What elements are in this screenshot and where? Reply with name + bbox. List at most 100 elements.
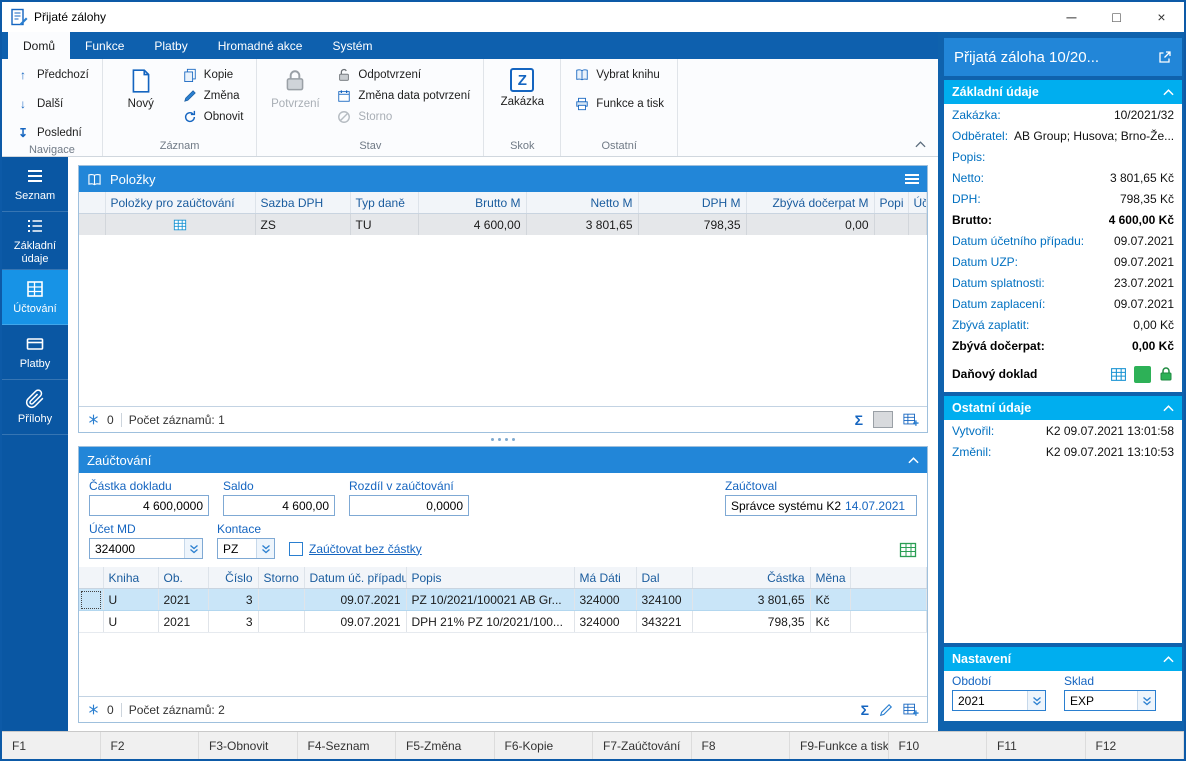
col-header-storno[interactable]: Storno [258,567,304,589]
fkey-f4-seznam[interactable]: F4-Seznam [298,732,397,759]
select-book-button[interactable]: Vybrat knihu [570,64,668,85]
grid-settings-button[interactable] [873,411,893,428]
col-header-ob[interactable]: Ob. [158,567,208,589]
sidebar-item-seznam[interactable]: Seznam [2,157,68,212]
col-header-empty[interactable] [79,192,105,214]
fkey-f3-obnovit[interactable]: F3-Obnovit [199,732,298,759]
grid-add-icon[interactable] [903,702,919,717]
sidebar-item-zakladni-udaje[interactable]: Základní údaje [2,212,68,270]
selection-star-icon[interactable] [87,413,100,426]
fkey-f2[interactable]: F2 [101,732,200,759]
calendar-icon [336,89,352,103]
col-header-typ-dane[interactable]: Typ daně [350,192,418,214]
col-header-zbyva-docerpat[interactable]: Zbývá dočerpat M [746,192,874,214]
sidebar-item-prilohy[interactable]: Přílohy [2,380,68,435]
selection-star-icon[interactable] [87,703,100,716]
col-header-dph[interactable]: DPH M [638,192,746,214]
zauctovani-header-row: Kniha Ob. Číslo Storno Datum úč. případu… [79,567,927,589]
ucet-md-combo[interactable]: 324000 [89,538,203,559]
dropdown-icon[interactable] [256,539,274,558]
copy-button[interactable]: Kopie [178,64,248,85]
minimize-button[interactable]: ─ [1049,2,1094,32]
edit-pencil-icon[interactable] [879,703,893,717]
col-header-cislo[interactable]: Číslo [208,567,258,589]
change-confirm-date-button[interactable]: Změna data potvrzení [332,85,474,106]
fkey-f11[interactable]: F11 [987,732,1086,759]
col-header-popis[interactable]: Popi [874,192,908,214]
fkey-f12[interactable]: F12 [1086,732,1185,759]
obdobi-combo[interactable]: 2021 [952,690,1046,711]
sklad-combo[interactable]: EXP [1064,690,1156,711]
fkey-f5-zmena[interactable]: F5-Změna [396,732,495,759]
cell-kniha: U [103,589,158,611]
grid-add-icon[interactable] [903,412,919,427]
fkey-f8[interactable]: F8 [692,732,791,759]
unconfirm-button[interactable]: Odpotvrzení [332,64,474,85]
tab-platby[interactable]: Platby [139,32,202,59]
kontace-combo[interactable]: PZ [217,538,275,559]
ribbon-collapse-icon[interactable] [915,141,926,148]
dropdown-icon[interactable] [1137,691,1155,710]
sidebar-item-uctovani[interactable]: Účtování [2,270,68,325]
col-header-popis[interactable]: Popis [406,567,574,589]
col-header-ma-dati[interactable]: Má Dáti [574,567,636,589]
tab-domu[interactable]: Domů [8,32,70,59]
col-header-datum[interactable]: Datum úč. případu [304,567,406,589]
col-header-polozky-pro-zauctovani[interactable]: Položky pro zaúčtování [105,192,255,214]
saldo-field[interactable]: 4 600,00 [223,495,335,516]
collapse-chevron-icon[interactable] [1163,405,1174,412]
accounting-grid-icon[interactable] [899,541,917,559]
castka-dokladu-field[interactable]: 4 600,0000 [89,495,209,516]
next-button[interactable]: ↓ Další [11,93,93,114]
col-header-kniha[interactable]: Kniha [103,567,158,589]
col-header-sazba-dph[interactable]: Sazba DPH [255,192,350,214]
zauctoval-label: Zaúčtoval [725,479,917,493]
collapse-chevron-icon[interactable] [908,457,919,464]
refresh-button[interactable]: Obnovit [178,106,248,127]
col-header-dal[interactable]: Dal [636,567,692,589]
open-in-window-icon[interactable] [1158,50,1172,64]
col-header-castka[interactable]: Částka [692,567,810,589]
maximize-button[interactable]: □ [1094,2,1139,32]
close-button[interactable]: × [1139,2,1184,32]
sum-icon[interactable]: Σ [855,412,863,428]
print-button[interactable]: Funkce a tisk [570,93,668,114]
previous-button[interactable]: ↑ Předchozí [11,64,93,85]
edit-button[interactable]: Změna [178,85,248,106]
tab-funkce[interactable]: Funkce [70,32,139,59]
detail-value: K2 09.07.2021 13:01:58 [1046,424,1174,438]
panel-splitter[interactable] [78,433,928,446]
panel-menu-icon[interactable] [905,174,919,184]
group-label-zaznam: Záznam [103,139,257,156]
sum-icon[interactable]: Σ [861,702,869,718]
group-label-skok: Skok [484,139,560,156]
collapse-chevron-icon[interactable] [1163,656,1174,663]
polozky-row[interactable]: ZS TU 4 600,00 3 801,65 798,35 0,00 [79,214,927,236]
col-header-mena[interactable]: Měna [810,567,850,589]
last-button[interactable]: ↧ Poslední [11,122,93,143]
table-row[interactable]: U 2021 3 09.07.2021 PZ 10/2021/100021 AB… [79,589,927,611]
dropdown-icon[interactable] [184,539,202,558]
bez-castky-checkbox[interactable] [289,542,303,556]
col-header-brutto[interactable]: Brutto M [418,192,526,214]
zauctoval-field[interactable]: Správce systému K2 14.07.2021 [725,495,917,516]
collapse-chevron-icon[interactable] [1163,89,1174,96]
zakazka-button[interactable]: Z Zakázka [493,64,551,139]
new-button[interactable]: Nový [112,64,170,139]
fkey-f6-kopie[interactable]: F6-Kopie [495,732,594,759]
sidebar-item-platby[interactable]: Platby [2,325,68,380]
col-header-selector[interactable] [79,567,103,589]
tab-hromadne-akce[interactable]: Hromadné akce [203,32,318,59]
tax-doc-grid-icon[interactable] [1110,366,1127,383]
fkey-f7-zauctovani[interactable]: F7-Zaúčtování [593,732,692,759]
cell-selector [79,214,105,236]
col-header-netto[interactable]: Netto M [526,192,638,214]
fkey-f10[interactable]: F10 [889,732,988,759]
tab-system[interactable]: Systém [317,32,387,59]
rozdil-field[interactable]: 0,0000 [349,495,469,516]
col-header-ucet[interactable]: Účet [908,192,927,214]
fkey-f9-funkce-a-tisk[interactable]: F9-Funkce a tisk [790,732,889,759]
fkey-f1[interactable]: F1 [2,732,101,759]
dropdown-icon[interactable] [1027,691,1045,710]
table-row[interactable]: U 2021 3 09.07.2021 DPH 21% PZ 10/2021/1… [79,611,927,633]
